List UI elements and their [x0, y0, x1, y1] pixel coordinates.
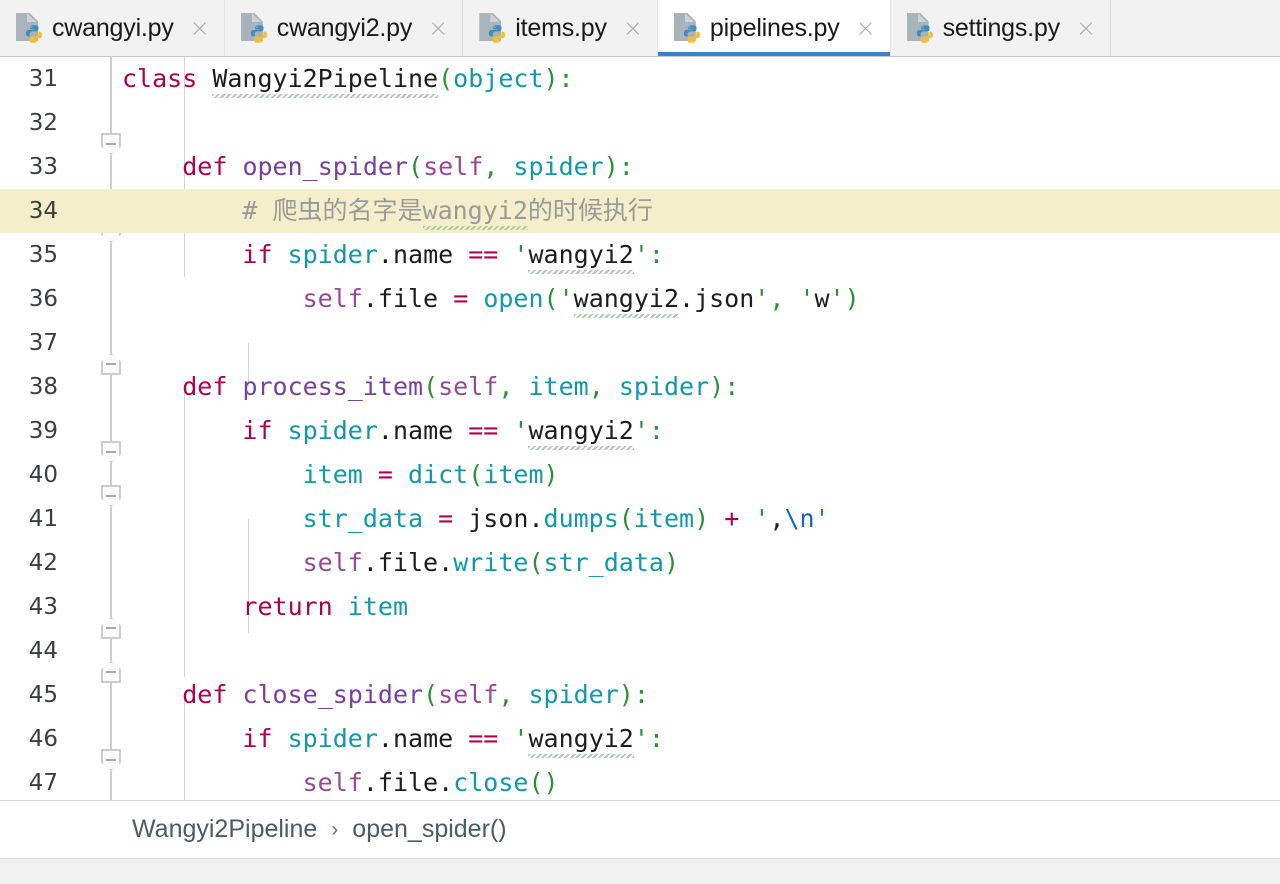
code-text[interactable]: self.file.write(str_data)	[122, 541, 1280, 585]
code-text[interactable]: def open_spider(self, spider):	[122, 145, 1280, 189]
code-line-row[interactable]: 40 item = dict(item)	[0, 453, 1280, 497]
gutter-cell[interactable]	[74, 101, 122, 145]
code-line-row[interactable]: 46 if spider.name == 'wangyi2':	[0, 717, 1280, 761]
code-text[interactable]: if spider.name == 'wangyi2':	[122, 409, 1280, 453]
code-text[interactable]: # 爬虫的名字是wangyi2的时候执行	[122, 189, 1280, 233]
line-number: 37	[28, 330, 58, 356]
editor-tab-label: items.py	[515, 13, 607, 42]
code-line-row[interactable]: 36 self.file = open('wangyi2.json', 'w')	[0, 277, 1280, 321]
pycharm-editor-window: cwangyi.py × cwangyi2.py × items.py × pipeline…	[0, 0, 1280, 884]
code-line-row[interactable]: 38 def process_item(self, item, spider):	[0, 365, 1280, 409]
line-number: 40	[28, 462, 58, 488]
gutter-cell[interactable]	[74, 233, 122, 277]
editor-tab-label: pipelines.py	[709, 13, 840, 42]
python-file-icon	[479, 13, 506, 43]
code-text[interactable]: if spider.name == 'wangyi2':	[122, 717, 1280, 761]
close-icon[interactable]: ×	[190, 16, 210, 40]
close-icon[interactable]: ×	[856, 16, 876, 40]
editor-tab-cwangyi2-py[interactable]: cwangyi2.py ×	[224, 0, 464, 56]
code-area[interactable]: 31 class Wangyi2Pipeline(object): 32 33 def…	[0, 57, 1280, 800]
python-file-icon	[240, 13, 267, 43]
line-number: 44	[28, 638, 58, 664]
line-number: 33	[28, 154, 58, 180]
editor-tab-label: settings.py	[942, 13, 1061, 42]
close-icon[interactable]: ×	[428, 16, 448, 40]
code-text[interactable]: item = dict(item)	[122, 453, 1280, 497]
breadcrumb: Wangyi2Pipeline › open_spider()	[0, 800, 1280, 858]
gutter-cell[interactable]	[74, 189, 122, 233]
gutter-cell[interactable]	[74, 761, 122, 800]
editor-tab-bar: cwangyi.py × cwangyi2.py × items.py × pipeline…	[0, 0, 1280, 57]
code-text[interactable]: class Wangyi2Pipeline(object):	[122, 57, 1280, 101]
code-text[interactable]: if spider.name == 'wangyi2':	[122, 233, 1280, 277]
line-number: 38	[28, 374, 58, 400]
line-number: 31	[28, 66, 58, 92]
gutter-cell[interactable]	[74, 321, 122, 365]
code-text[interactable]: self.file.close()	[122, 761, 1280, 800]
code-editor[interactable]: 31 class Wangyi2Pipeline(object): 32 33 def…	[0, 57, 1280, 800]
gutter-cell[interactable]	[74, 409, 122, 453]
code-line-row[interactable]: 41 str_data = json.dumps(item) + ',\n'	[0, 497, 1280, 541]
gutter-cell[interactable]	[74, 453, 122, 497]
editor-tab-label: cwangyi.py	[52, 13, 174, 42]
line-number: 47	[28, 770, 58, 796]
code-line-row[interactable]: 37	[0, 321, 1280, 365]
python-file-icon	[16, 13, 43, 43]
gutter-cell[interactable]	[74, 145, 122, 189]
editor-tab-label: cwangyi2.py	[276, 13, 413, 42]
editor-tab-settings-py[interactable]: settings.py ×	[890, 0, 1112, 56]
line-number: 42	[28, 550, 58, 576]
gutter-cell[interactable]	[74, 277, 122, 321]
breadcrumb-item-1[interactable]: Wangyi2Pipeline	[132, 815, 317, 844]
code-line-row[interactable]: 39 if spider.name == 'wangyi2':	[0, 409, 1280, 453]
code-line-row[interactable]: 33 def open_spider(self, spider):	[0, 145, 1280, 189]
breadcrumb-item-2[interactable]: open_spider()	[352, 815, 506, 844]
close-icon[interactable]: ×	[1076, 16, 1096, 40]
code-line-row[interactable]: 43 return item	[0, 585, 1280, 629]
code-line-row[interactable]: 34 # 爬虫的名字是wangyi2的时候执行	[0, 189, 1280, 233]
code-text[interactable]: def process_item(self, item, spider):	[122, 365, 1280, 409]
line-number: 39	[28, 418, 58, 444]
python-file-icon	[906, 13, 933, 43]
line-number: 43	[28, 594, 58, 620]
code-line-row[interactable]: 31 class Wangyi2Pipeline(object):	[0, 57, 1280, 101]
code-line-row[interactable]: 45 def close_spider(self, spider):	[0, 673, 1280, 717]
python-file-icon	[673, 13, 700, 43]
line-number: 34	[28, 198, 58, 224]
line-number: 36	[28, 286, 58, 312]
code-text[interactable]: def close_spider(self, spider):	[122, 673, 1280, 717]
breadcrumb-separator-icon: ›	[331, 817, 339, 841]
gutter-cell[interactable]	[74, 541, 122, 585]
active-tab-indicator	[657, 52, 890, 56]
gutter-cell[interactable]	[74, 717, 122, 761]
code-line-row[interactable]: 42 self.file.write(str_data)	[0, 541, 1280, 585]
line-number: 32	[28, 110, 58, 136]
gutter-cell[interactable]	[74, 57, 122, 101]
editor-tab-pipelines-py[interactable]: pipelines.py ×	[657, 0, 891, 56]
gutter-cell[interactable]	[74, 673, 122, 717]
gutter-cell[interactable]	[74, 629, 122, 673]
code-text[interactable]: str_data = json.dumps(item) + ',\n'	[122, 497, 1280, 541]
code-line-row[interactable]: 47 self.file.close()	[0, 761, 1280, 800]
gutter-cell[interactable]	[74, 585, 122, 629]
editor-tab-cwangyi-py[interactable]: cwangyi.py ×	[0, 0, 225, 56]
line-number: 46	[28, 726, 58, 752]
editor-tab-items-py[interactable]: items.py ×	[463, 0, 658, 56]
code-line-row[interactable]: 32	[0, 101, 1280, 145]
gutter-cell[interactable]	[74, 497, 122, 541]
code-lines[interactable]: 31 class Wangyi2Pipeline(object): 32 33 def…	[0, 57, 1280, 800]
code-line-row[interactable]: 44	[0, 629, 1280, 673]
status-bar	[0, 858, 1280, 884]
code-text[interactable]: self.file = open('wangyi2.json', 'w')	[122, 277, 1280, 321]
line-number: 35	[28, 242, 58, 268]
code-text[interactable]: return item	[122, 585, 1280, 629]
close-icon[interactable]: ×	[623, 16, 643, 40]
line-number: 45	[28, 682, 58, 708]
gutter-cell[interactable]	[74, 365, 122, 409]
code-line-row[interactable]: 35 if spider.name == 'wangyi2':	[0, 233, 1280, 277]
line-number: 41	[28, 506, 58, 532]
